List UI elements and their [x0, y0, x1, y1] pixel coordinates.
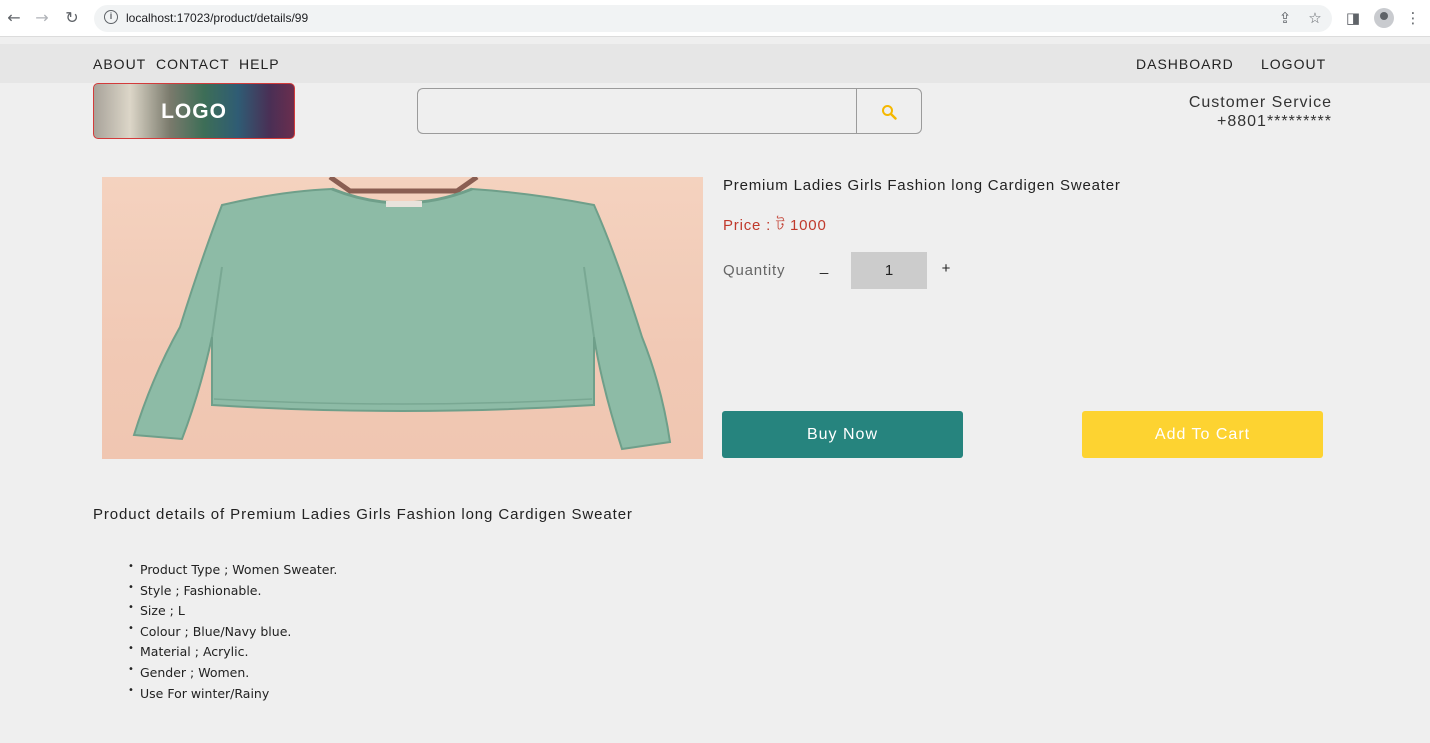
buy-now-button[interactable]: Buy Now	[722, 411, 963, 458]
menu-kebab-icon[interactable]: ⋮	[1404, 8, 1422, 28]
details-item: Use For winter/Rainy	[128, 681, 337, 705]
details-item: Gender ; Women.	[128, 660, 337, 684]
search-input[interactable]	[417, 88, 857, 134]
quantity-increment-button[interactable]: +	[938, 260, 954, 280]
quantity-value[interactable]: 1	[851, 252, 927, 289]
back-icon[interactable]: ←	[5, 8, 23, 28]
bookmark-star-icon[interactable]: ☆	[1306, 8, 1324, 28]
nav-logout-link[interactable]: LOGOUT	[1261, 56, 1326, 72]
add-to-cart-button[interactable]: Add To Cart	[1082, 411, 1323, 458]
browser-toolbar: ← → ↻ i localhost:17023/product/details/…	[0, 0, 1430, 37]
profile-avatar-icon[interactable]	[1374, 8, 1394, 28]
site-logo[interactable]: LOGO	[93, 83, 295, 139]
details-list: Product Type ; Women Sweater. Style ; Fa…	[128, 557, 337, 705]
side-panel-icon[interactable]: ◨	[1344, 8, 1362, 28]
top-navbar: ABOUT CONTACT HELP DASHBOARD LOGOUT	[0, 44, 1430, 83]
nav-dashboard-link[interactable]: DASHBOARD	[1136, 56, 1234, 72]
sweater-illustration	[132, 177, 672, 451]
customer-service: Customer Service +8801*********	[1189, 93, 1332, 131]
product-title: Premium Ladies Girls Fashion long Cardig…	[723, 177, 1121, 194]
details-item: Style ; Fashionable.	[128, 578, 337, 602]
quantity-label: Quantity	[723, 262, 786, 279]
logo-text: LOGO	[161, 100, 227, 123]
product-image	[102, 177, 703, 459]
details-heading: Product details of Premium Ladies Girls …	[93, 506, 633, 523]
search-button[interactable]	[856, 88, 922, 134]
share-icon[interactable]: ⇪	[1276, 8, 1294, 28]
search-icon	[882, 105, 897, 120]
nav-contact-link[interactable]: CONTACT	[156, 56, 230, 72]
quantity-decrement-button[interactable]: _	[816, 258, 832, 282]
customer-service-phone: +8801*********	[1217, 113, 1332, 130]
details-item: Product Type ; Women Sweater.	[128, 557, 337, 581]
details-item: Material ; Acrylic.	[128, 639, 337, 663]
site-info-icon[interactable]: i	[104, 10, 118, 24]
nav-help-link[interactable]: HELP	[239, 56, 280, 72]
customer-service-label: Customer Service	[1188, 94, 1332, 111]
url-text: localhost:17023/product/details/99	[126, 11, 309, 25]
forward-icon[interactable]: →	[33, 8, 51, 28]
details-item: Size ; L	[128, 598, 337, 622]
product-price: Price : ট 1000	[723, 217, 827, 234]
nav-about-link[interactable]: ABOUT	[93, 56, 146, 72]
reload-icon[interactable]: ↻	[63, 8, 81, 28]
details-item: Colour ; Blue/Navy blue.	[128, 619, 337, 643]
